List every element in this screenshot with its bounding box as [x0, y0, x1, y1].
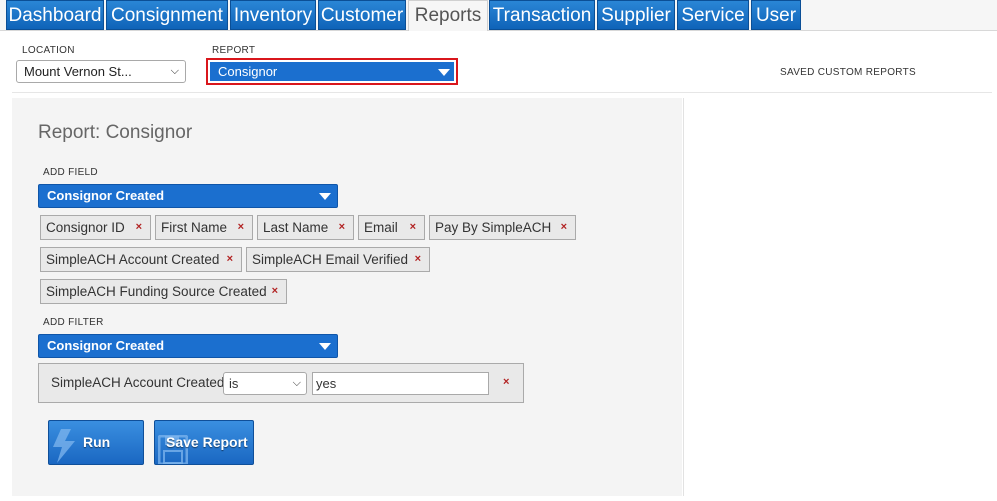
- save-report-button-label: Save Report: [166, 434, 248, 450]
- field-chip-simpleach-account-created: SimpleACH Account Created ×: [40, 247, 242, 272]
- location-select-value: Mount Vernon St...: [24, 64, 132, 79]
- add-field-select[interactable]: Consignor Created: [38, 184, 338, 208]
- saved-reports-panel-divider: [683, 98, 684, 496]
- chevron-down-icon: ⌵: [292, 377, 301, 389]
- field-chip-label: SimpleACH Email Verified: [252, 252, 409, 267]
- tab-reports[interactable]: Reports: [408, 0, 488, 31]
- caret-down-icon: [438, 69, 450, 76]
- filter-field-label: SimpleACH Account Created: [51, 375, 225, 390]
- tab-customer[interactable]: Customer: [318, 0, 406, 30]
- field-chip-last-name: Last Name ×: [257, 215, 354, 240]
- remove-icon[interactable]: ×: [561, 216, 567, 239]
- filter-row: SimpleACH Account Created is ⌵ yes ×: [38, 363, 524, 403]
- report-label: REPORT: [212, 45, 256, 56]
- saved-custom-reports-label: SAVED CUSTOM REPORTS: [780, 67, 917, 78]
- field-chip-label: Pay By SimpleACH: [435, 220, 552, 235]
- add-filter-label: ADD FILTER: [43, 317, 104, 328]
- report-select-highlight: Consignor: [206, 58, 458, 85]
- save-report-button[interactable]: Save Report: [154, 420, 254, 465]
- remove-icon[interactable]: ×: [238, 216, 244, 239]
- run-button[interactable]: Run: [48, 420, 144, 465]
- field-chip-first-name: First Name ×: [155, 215, 253, 240]
- chevron-down-icon: ⌵: [170, 65, 179, 77]
- filter-operator-value: is: [229, 376, 239, 391]
- tab-transaction[interactable]: Transaction: [489, 0, 595, 30]
- field-chip-simpleach-email-verified: SimpleACH Email Verified ×: [246, 247, 430, 272]
- field-chip-simpleach-funding-source-created: SimpleACH Funding Source Created ×: [40, 279, 287, 304]
- header-divider: [12, 92, 992, 93]
- report-title: Report: Consignor: [38, 122, 193, 143]
- remove-icon[interactable]: ×: [410, 216, 416, 239]
- field-chip-label: SimpleACH Funding Source Created: [46, 284, 267, 299]
- filter-value-input[interactable]: yes: [312, 372, 489, 395]
- report-select[interactable]: Consignor: [210, 62, 454, 81]
- report-select-value: Consignor: [218, 64, 278, 79]
- add-filter-select[interactable]: Consignor Created: [38, 334, 338, 358]
- remove-icon[interactable]: ×: [339, 216, 345, 239]
- caret-down-icon: [319, 193, 331, 200]
- add-field-select-value: Consignor Created: [47, 188, 165, 203]
- remove-icon[interactable]: ×: [136, 216, 142, 239]
- field-chip-label: Consignor ID: [46, 220, 125, 235]
- field-chip-pay-by-simpleach: Pay By SimpleACH ×: [429, 215, 576, 240]
- field-chip-label: SimpleACH Account Created: [46, 252, 220, 267]
- remove-icon[interactable]: ×: [415, 248, 421, 271]
- field-chip-label: Email: [364, 220, 398, 235]
- location-select[interactable]: Mount Vernon St... ⌵: [16, 60, 186, 83]
- field-chip-label: Last Name: [263, 220, 329, 235]
- field-chip-consignor-id: Consignor ID ×: [40, 215, 151, 240]
- field-chip-label: First Name: [161, 220, 228, 235]
- location-label: LOCATION: [22, 45, 75, 56]
- add-field-label: ADD FIELD: [43, 167, 98, 178]
- run-button-label: Run: [83, 434, 111, 450]
- field-chip-email: Email ×: [358, 215, 425, 240]
- tab-inventory[interactable]: Inventory: [230, 0, 316, 30]
- caret-down-icon: [319, 343, 331, 350]
- remove-icon[interactable]: ×: [272, 280, 278, 303]
- filter-value-text: yes: [316, 376, 337, 391]
- tab-user[interactable]: User: [751, 0, 801, 30]
- tab-dashboard[interactable]: Dashboard: [6, 0, 104, 30]
- remove-icon[interactable]: ×: [227, 248, 233, 271]
- filter-operator-select[interactable]: is ⌵: [223, 372, 307, 395]
- lightning-bolt-icon: [53, 429, 75, 463]
- tab-consignment[interactable]: Consignment: [106, 0, 228, 30]
- remove-filter-icon[interactable]: ×: [503, 376, 509, 388]
- top-nav: Dashboard Consignment Inventory Customer…: [0, 0, 997, 31]
- tab-service[interactable]: Service: [677, 0, 749, 30]
- tab-supplier[interactable]: Supplier: [597, 0, 675, 30]
- add-filter-select-value: Consignor Created: [47, 338, 165, 353]
